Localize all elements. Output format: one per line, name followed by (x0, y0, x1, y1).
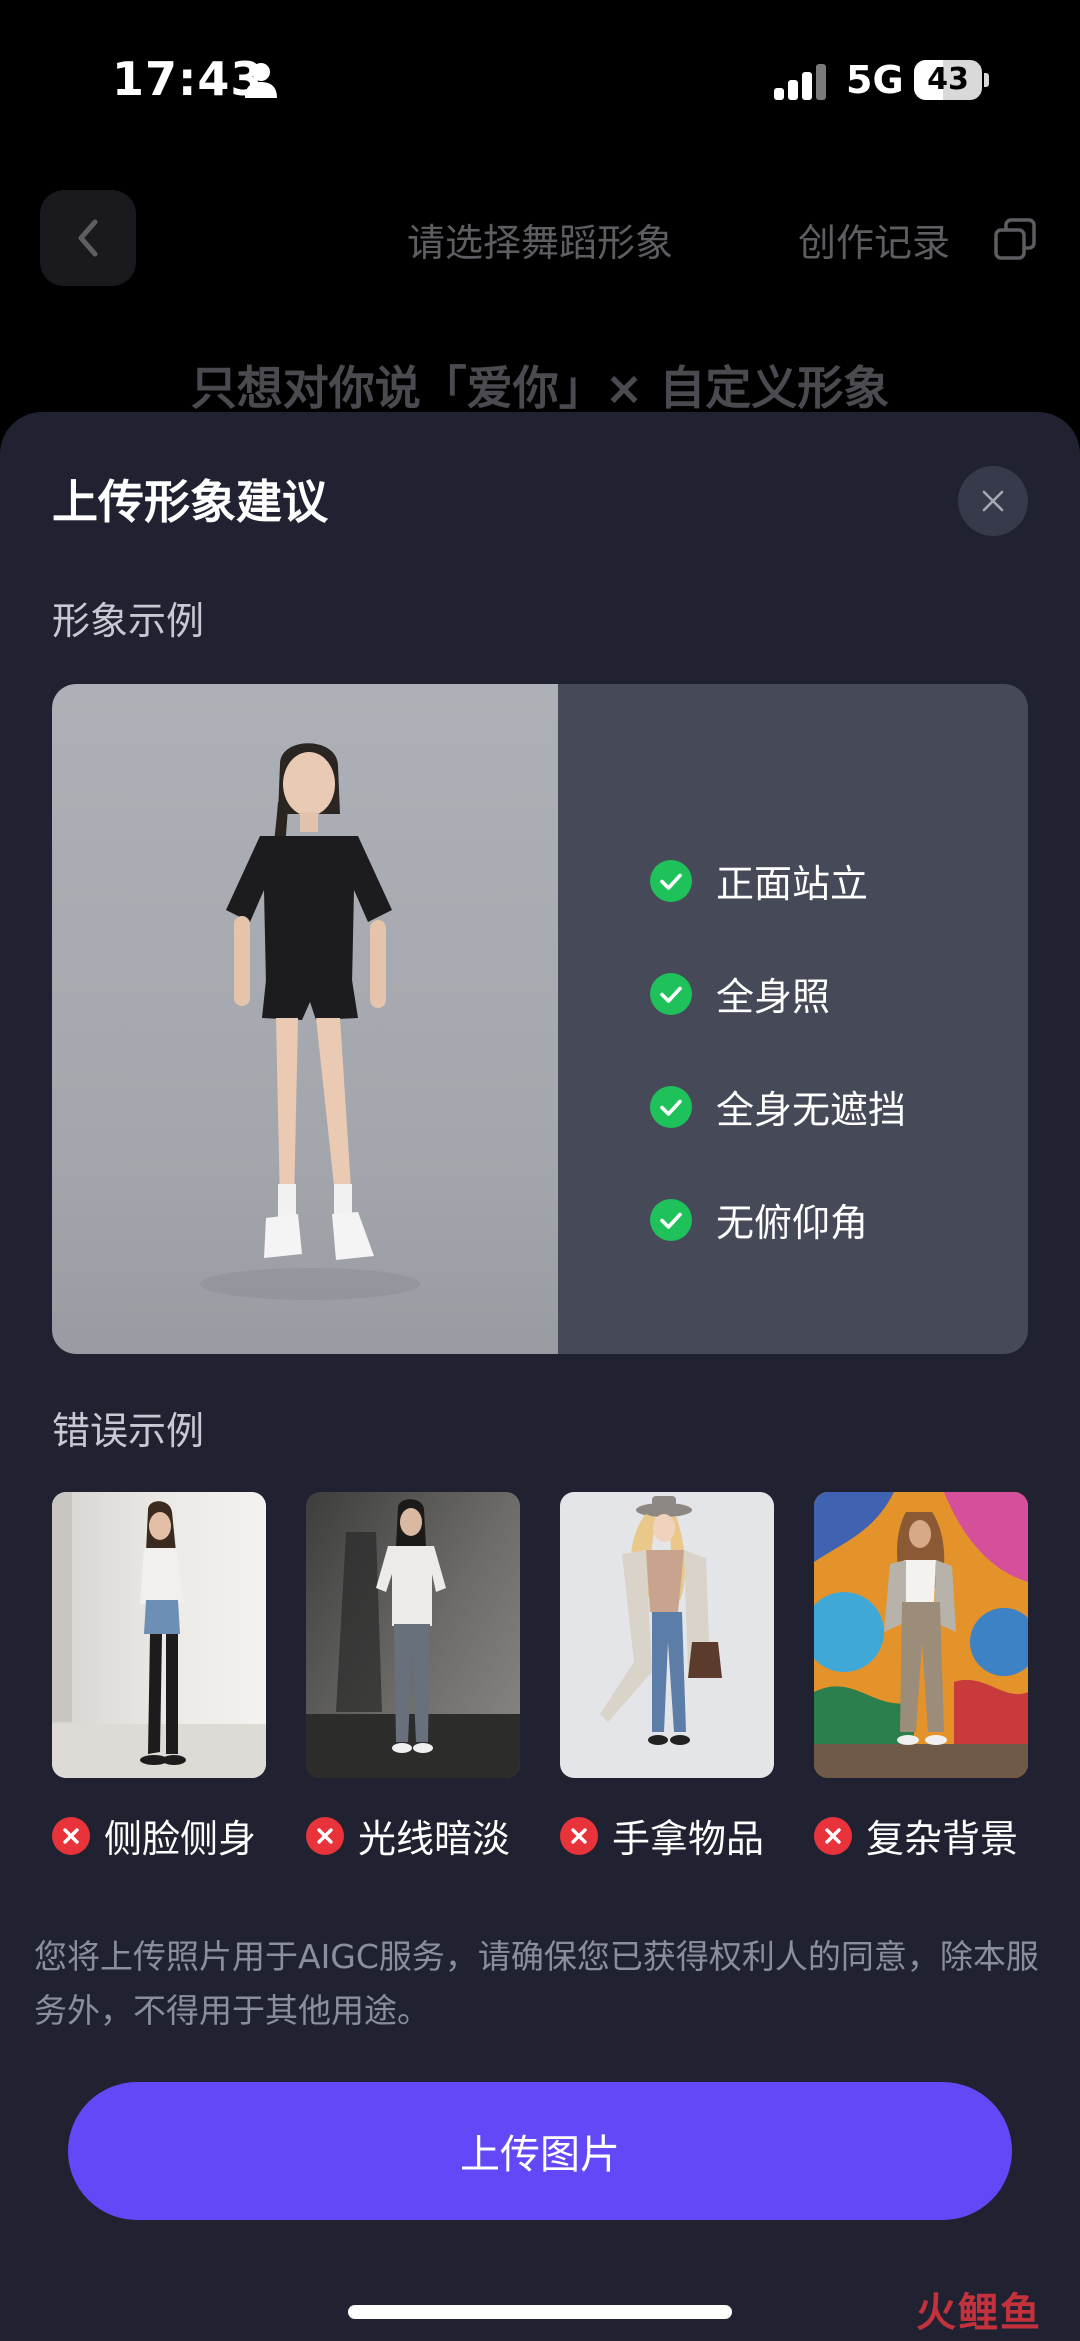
check-item: 全身照 (650, 937, 906, 1050)
check-label: 全身无遮挡 (716, 1088, 907, 1132)
check-label: 全身照 (716, 975, 831, 1019)
error-x-icon (560, 1816, 598, 1855)
upload-tips-sheet: 上传形象建议 形象示例 正面站立 全身照 全身无遮挡 无俯仰角 错误示例 侧脸侧… (0, 412, 1080, 2341)
wrong-label: 侧脸侧身 (104, 1817, 257, 1861)
wrong-example-photo (560, 1492, 774, 1778)
check-item: 正面站立 (650, 824, 906, 937)
correct-checklist: 正面站立 全身照 全身无遮挡 无俯仰角 (650, 824, 906, 1276)
error-x-icon (814, 1816, 852, 1855)
person-icon (245, 63, 277, 98)
wrong-example-photo (52, 1492, 266, 1778)
correct-example-photo (52, 684, 558, 1354)
wrong-example-side-pose: 侧脸侧身 (52, 1492, 266, 1861)
signal-icon (774, 64, 826, 100)
check-circle-icon (650, 859, 692, 902)
consent-notice: 您将上传照片用于AIGC服务，请确保您已获得权利人的同意，除本服务外，不得用于其… (34, 1937, 1039, 2030)
wrong-label: 手拿物品 (612, 1817, 765, 1861)
wrong-example-dim-light: 光线暗淡 (306, 1492, 520, 1861)
wrong-caption: 手拿物品 (560, 1808, 764, 1863)
check-item: 无俯仰角 (650, 1163, 906, 1276)
check-circle-icon (650, 972, 692, 1015)
wrong-example-holding-item: 手拿物品 (560, 1492, 774, 1861)
correct-example-card: 正面站立 全身照 全身无遮挡 无俯仰角 (52, 684, 1028, 1354)
wrong-label: 复杂背景 (866, 1817, 1019, 1861)
wrong-example-photo (814, 1492, 1028, 1778)
wrong-example-complex-background: 复杂背景 (814, 1492, 1028, 1861)
copy-icon[interactable] (994, 218, 1036, 260)
wrong-caption: 侧脸侧身 (52, 1808, 256, 1863)
check-circle-icon (650, 1198, 692, 1241)
creation-records-link[interactable]: 创作记录 (798, 212, 950, 267)
upload-image-button[interactable]: 上传图片 (68, 2082, 1012, 2220)
home-indicator[interactable] (348, 2305, 732, 2319)
check-circle-icon (650, 1085, 692, 1128)
wrong-example-label: 错误示例 (52, 1409, 205, 1453)
battery-percent: 43 (927, 62, 969, 97)
template-subtitle: 只想对你说「爱你」× 自定义形象 (190, 361, 890, 415)
battery-icon: 43 (914, 60, 989, 100)
wrong-examples: 侧脸侧身 光线暗淡 手拿物品 复杂背景 (52, 1492, 1028, 1861)
close-icon (982, 490, 1004, 512)
close-button[interactable] (958, 466, 1028, 536)
check-label: 无俯仰角 (716, 1201, 869, 1245)
network-type: 5G (846, 58, 904, 102)
correct-example-label: 形象示例 (52, 599, 205, 643)
wrong-caption: 复杂背景 (814, 1808, 1018, 1863)
status-bar: 17:43 5G 43 (0, 0, 1080, 160)
wrong-example-photo (306, 1492, 520, 1778)
sheet-title: 上传形象建议 (52, 475, 328, 529)
error-x-icon (52, 1816, 90, 1855)
check-item: 全身无遮挡 (650, 1050, 906, 1163)
watermark-logo: 火鲤鱼 (916, 2290, 1042, 2336)
check-label: 正面站立 (716, 862, 869, 906)
error-x-icon (306, 1816, 344, 1855)
status-time: 17:43 (112, 52, 264, 106)
wrong-caption: 光线暗淡 (306, 1808, 510, 1863)
wrong-label: 光线暗淡 (358, 1817, 511, 1861)
